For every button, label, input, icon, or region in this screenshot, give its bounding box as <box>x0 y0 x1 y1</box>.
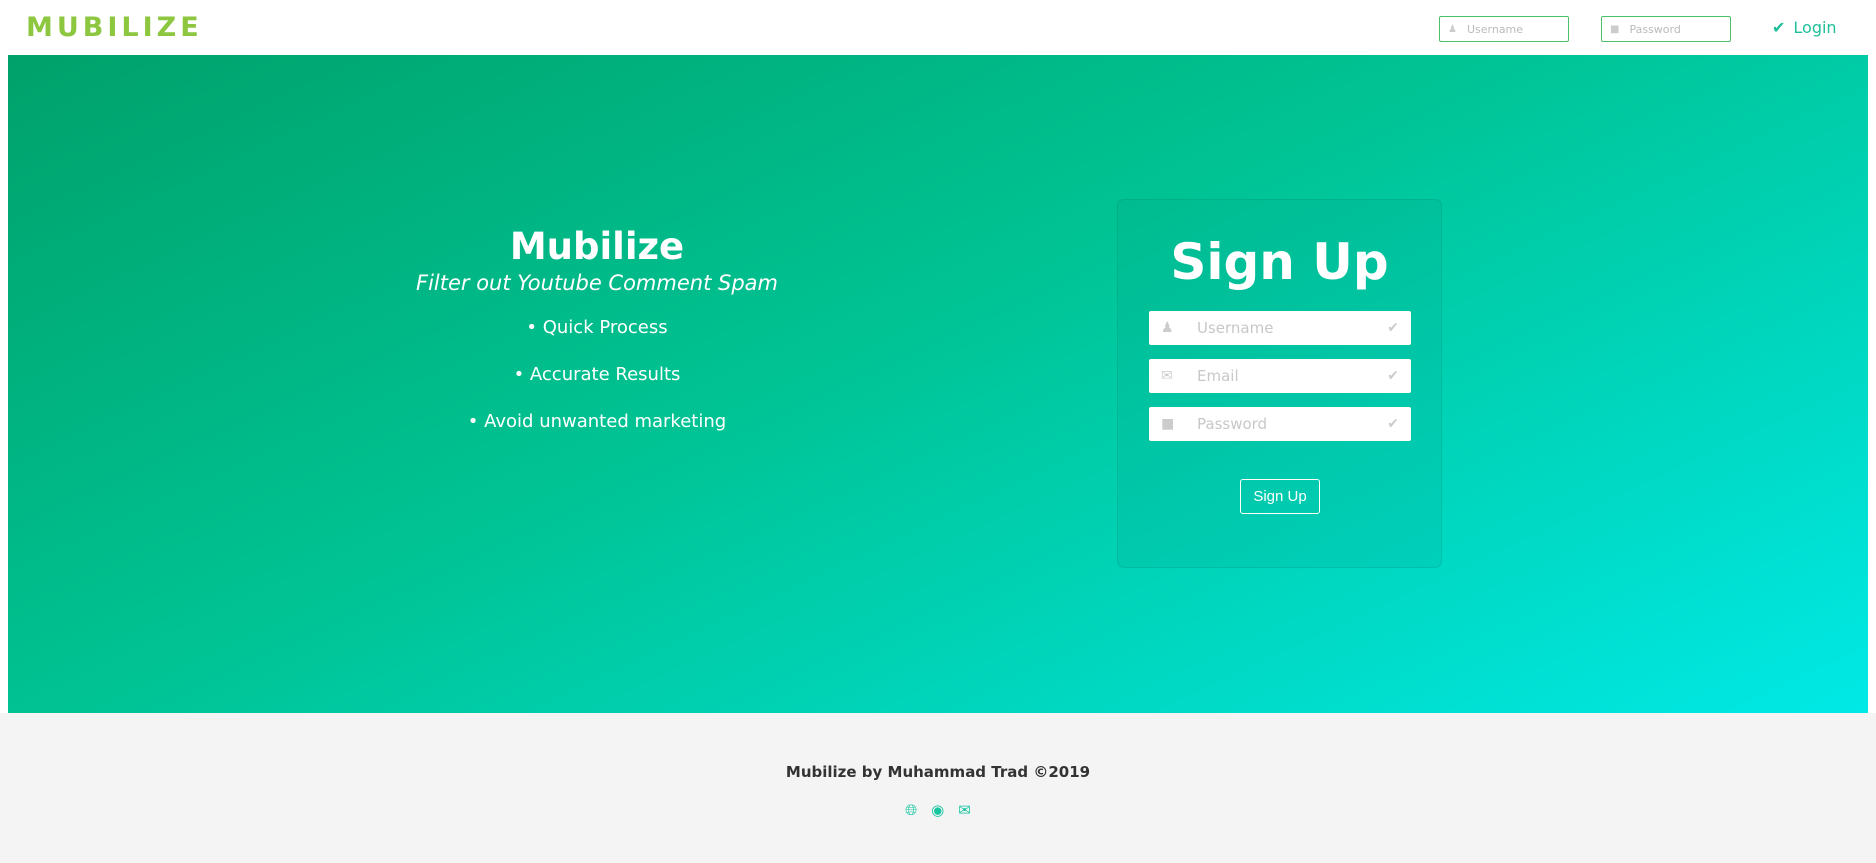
github-icon[interactable]: ◉ <box>931 801 944 819</box>
user-icon: ♟ <box>1448 23 1457 35</box>
check-icon: ✔ <box>1772 18 1786 37</box>
signup-username-input[interactable]: ♟ Username ✔ <box>1149 311 1411 345</box>
nav-password-placeholder: Password <box>1629 22 1681 36</box>
footer: Mubilize by Muhammad Trad ©2019 🌐︎ ◉ ✉ <box>0 713 1876 863</box>
hero-section: Mubilize Filter out Youtube Comment Spam… <box>8 55 1868 713</box>
password-placeholder: Password <box>1197 415 1268 433</box>
user-icon: ♟ <box>1161 320 1174 336</box>
logo[interactable]: MUBILIZE <box>26 12 203 43</box>
signup-password-input[interactable]: ■ Password ✔ <box>1149 407 1411 441</box>
navbar: MUBILIZE ♟ Username ■ Password ✔ Login <box>0 0 1876 55</box>
check-icon: ✔ <box>1387 416 1399 432</box>
footer-links: 🌐︎ ◉ ✉ <box>0 801 1876 819</box>
lock-icon: ■ <box>1610 23 1620 35</box>
envelope-icon: ✉ <box>1161 368 1173 384</box>
hero-intro: Mubilize Filter out Youtube Comment Spam… <box>397 225 797 432</box>
feature-item: • Avoid unwanted marketing <box>467 411 727 432</box>
footer-text: Mubilize by Muhammad Trad ©2019 <box>785 763 1091 781</box>
signup-title: Sign Up <box>1170 233 1389 291</box>
signup-button[interactable]: Sign Up <box>1240 479 1320 514</box>
login-label: Login <box>1793 18 1837 37</box>
username-placeholder: Username <box>1197 319 1274 337</box>
email-placeholder: Email <box>1197 367 1239 385</box>
feature-item: • Quick Process <box>526 317 668 338</box>
nav-password-input[interactable]: ■ Password <box>1601 16 1731 42</box>
nav-username-placeholder: Username <box>1466 22 1524 36</box>
check-icon: ✔ <box>1387 320 1399 336</box>
hero-subtitle: Filter out Youtube Comment Spam <box>416 271 778 295</box>
signup-card: Sign Up ♟ Username ✔ ✉ Email ✔ ■ Passwor… <box>1117 199 1442 568</box>
nav-username-input[interactable]: ♟ Username <box>1439 16 1569 42</box>
check-icon: ✔ <box>1387 368 1399 384</box>
lock-icon: ■ <box>1161 416 1175 432</box>
signup-email-input[interactable]: ✉ Email ✔ <box>1149 359 1411 393</box>
hero-title: Mubilize <box>509 225 685 268</box>
feature-item: • Accurate Results <box>513 364 681 385</box>
envelope-icon[interactable]: ✉ <box>958 801 971 819</box>
globe-icon[interactable]: 🌐︎ <box>905 801 917 819</box>
login-button[interactable]: ✔ Login <box>1772 18 1837 37</box>
